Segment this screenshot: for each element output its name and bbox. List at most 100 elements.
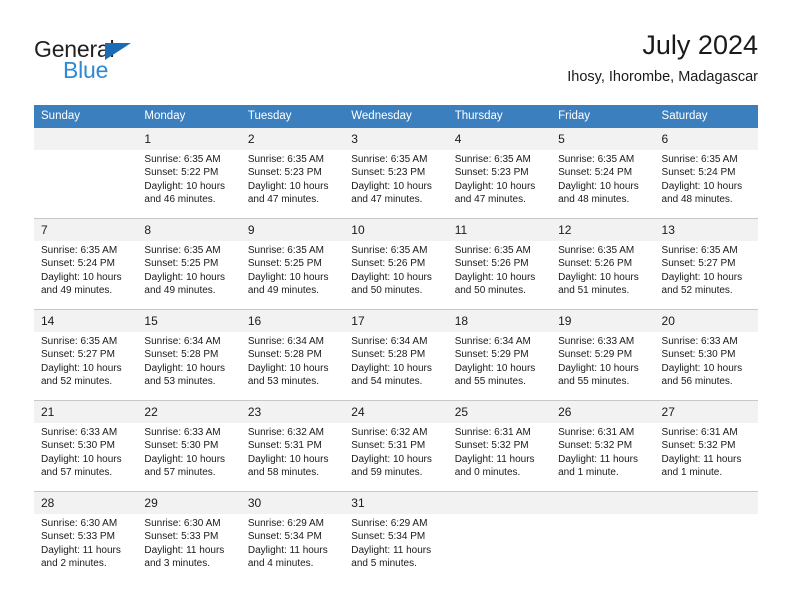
day-cell[interactable]: 21 Sunrise: 6:33 AM Sunset: 5:30 PM Dayl… <box>34 400 138 492</box>
day-number: 24 <box>344 401 448 423</box>
day-cell[interactable]: 4 Sunrise: 6:35 AM Sunset: 5:23 PM Dayli… <box>447 128 552 219</box>
daylight-text-line2: and 49 minutes. <box>247 285 320 297</box>
day-number: 6 <box>654 128 758 150</box>
day-cell[interactable]: 16 Sunrise: 6:34 AM Sunset: 5:28 PM Dayl… <box>240 309 345 401</box>
day-cell[interactable]: 30 Sunrise: 6:29 AM Sunset: 5:34 PM Dayl… <box>240 491 345 582</box>
daylight-text-line1: Daylight: 10 hours <box>351 271 432 283</box>
daylight-text-line2: and 50 minutes. <box>351 285 423 297</box>
day-cell[interactable]: 20 Sunrise: 6:33 AM Sunset: 5:30 PM Dayl… <box>654 309 758 401</box>
day-number: 23 <box>240 401 345 423</box>
day-cell[interactable]: 10 Sunrise: 6:35 AM Sunset: 5:26 PM Dayl… <box>344 218 448 310</box>
daylight-text-line1: Daylight: 10 hours <box>247 453 329 465</box>
day-number: 8 <box>137 219 241 241</box>
day-cell[interactable] <box>447 491 552 582</box>
sunset-text: Sunset: 5:32 PM <box>661 440 736 452</box>
day-cell[interactable]: 2 Sunrise: 6:35 AM Sunset: 5:23 PM Dayli… <box>240 128 345 219</box>
sunrise-text: Sunrise: 6:29 AM <box>351 518 428 529</box>
day-cell[interactable]: 5 Sunrise: 6:35 AM Sunset: 5:24 PM Dayli… <box>551 128 655 219</box>
day-cell[interactable]: 6 Sunrise: 6:35 AM Sunset: 5:24 PM Dayli… <box>654 128 758 219</box>
day-cell[interactable]: 19 Sunrise: 6:33 AM Sunset: 5:29 PM Dayl… <box>551 309 655 401</box>
day-cell[interactable]: 3 Sunrise: 6:35 AM Sunset: 5:23 PM Dayli… <box>344 128 448 219</box>
day-number: 19 <box>551 310 655 332</box>
weekday-header-tuesday: Tuesday <box>240 105 345 128</box>
day-cell[interactable] <box>34 128 138 219</box>
logo-text-blue: Blue <box>63 57 109 83</box>
day-cell[interactable]: 1 Sunrise: 6:35 AM Sunset: 5:22 PM Dayli… <box>137 128 241 219</box>
daylight-text-line2: and 55 minutes. <box>558 376 630 388</box>
sunrise-text: Sunrise: 6:35 AM <box>144 245 221 256</box>
calendar-week-row: 7 Sunrise: 6:35 AM Sunset: 5:24 PM Dayli… <box>34 218 758 310</box>
day-cell[interactable]: 28 Sunrise: 6:30 AM Sunset: 5:33 PM Dayl… <box>34 491 138 582</box>
day-details: Sunrise: 6:35 AM Sunset: 5:27 PM Dayligh… <box>34 332 137 389</box>
day-details: Sunrise: 6:29 AM Sunset: 5:34 PM Dayligh… <box>344 514 447 571</box>
calendar-week-row: 21 Sunrise: 6:33 AM Sunset: 5:30 PM Dayl… <box>34 400 758 492</box>
general-blue-logo[interactable]: General Blue <box>34 36 214 94</box>
daylight-text-line2: and 4 minutes. <box>247 558 314 570</box>
daylight-text-line2: and 49 minutes. <box>144 285 216 297</box>
day-cell[interactable]: 8 Sunrise: 6:35 AM Sunset: 5:25 PM Dayli… <box>137 218 241 310</box>
day-cell[interactable]: 23 Sunrise: 6:32 AM Sunset: 5:31 PM Dayl… <box>240 400 345 492</box>
daylight-text-line1: Daylight: 10 hours <box>661 271 743 283</box>
day-cell[interactable]: 9 Sunrise: 6:35 AM Sunset: 5:25 PM Dayli… <box>240 218 345 310</box>
day-cell[interactable]: 24 Sunrise: 6:32 AM Sunset: 5:31 PM Dayl… <box>344 400 448 492</box>
day-cell[interactable]: 27 Sunrise: 6:31 AM Sunset: 5:32 PM Dayl… <box>654 400 758 492</box>
day-cell[interactable]: 13 Sunrise: 6:35 AM Sunset: 5:27 PM Dayl… <box>654 218 758 310</box>
day-cell[interactable]: 25 Sunrise: 6:31 AM Sunset: 5:32 PM Dayl… <box>447 400 552 492</box>
daylight-text-line1: Daylight: 10 hours <box>558 271 639 283</box>
day-details: Sunrise: 6:35 AM Sunset: 5:24 PM Dayligh… <box>655 150 758 207</box>
day-cell[interactable]: 18 Sunrise: 6:34 AM Sunset: 5:29 PM Dayl… <box>447 309 552 401</box>
day-cell[interactable]: 29 Sunrise: 6:30 AM Sunset: 5:33 PM Dayl… <box>137 491 241 582</box>
day-details: Sunrise: 6:32 AM Sunset: 5:31 PM Dayligh… <box>241 423 344 480</box>
day-cell[interactable]: 7 Sunrise: 6:35 AM Sunset: 5:24 PM Dayli… <box>34 218 138 310</box>
daylight-text-line2: and 46 minutes. <box>144 194 216 206</box>
daylight-text-line1: Daylight: 10 hours <box>247 180 329 192</box>
sunset-text: Sunset: 5:34 PM <box>351 531 426 543</box>
weekday-header-row: Sunday Monday Tuesday Wednesday Thursday… <box>34 105 758 128</box>
day-details: Sunrise: 6:35 AM Sunset: 5:23 PM Dayligh… <box>241 150 344 207</box>
sunrise-text: Sunrise: 6:35 AM <box>41 336 118 347</box>
sunset-text: Sunset: 5:26 PM <box>351 258 426 270</box>
day-details: Sunrise: 6:34 AM Sunset: 5:28 PM Dayligh… <box>137 332 240 389</box>
daylight-text-line2: and 57 minutes. <box>144 467 216 479</box>
sunrise-text: Sunrise: 6:33 AM <box>41 427 118 438</box>
day-details: Sunrise: 6:35 AM Sunset: 5:26 PM Dayligh… <box>448 241 551 298</box>
sunset-text: Sunset: 5:28 PM <box>351 349 426 361</box>
day-number: 5 <box>551 128 655 150</box>
daylight-text-line1: Daylight: 10 hours <box>454 362 536 374</box>
day-cell[interactable]: 17 Sunrise: 6:34 AM Sunset: 5:28 PM Dayl… <box>344 309 448 401</box>
daylight-text-line2: and 3 minutes. <box>144 558 211 570</box>
daylight-text-line2: and 48 minutes. <box>558 194 630 206</box>
sunrise-text: Sunrise: 6:31 AM <box>454 427 531 438</box>
day-cell[interactable]: 12 Sunrise: 6:35 AM Sunset: 5:26 PM Dayl… <box>551 218 655 310</box>
daylight-text-line2: and 47 minutes. <box>351 194 423 206</box>
day-details: Sunrise: 6:33 AM Sunset: 5:29 PM Dayligh… <box>551 332 654 389</box>
sunset-text: Sunset: 5:29 PM <box>558 349 633 361</box>
day-cell[interactable]: 14 Sunrise: 6:35 AM Sunset: 5:27 PM Dayl… <box>34 309 138 401</box>
daylight-text-line1: Daylight: 10 hours <box>558 362 639 374</box>
sunrise-text: Sunrise: 6:35 AM <box>247 154 324 165</box>
day-cell[interactable]: 22 Sunrise: 6:33 AM Sunset: 5:30 PM Dayl… <box>137 400 241 492</box>
daylight-text-line1: Daylight: 10 hours <box>351 453 432 465</box>
day-details: Sunrise: 6:35 AM Sunset: 5:25 PM Dayligh… <box>137 241 240 298</box>
page-subtitle: Ihosy, Ihorombe, Madagascar <box>567 69 758 85</box>
day-cell[interactable]: 26 Sunrise: 6:31 AM Sunset: 5:32 PM Dayl… <box>551 400 655 492</box>
day-details: Sunrise: 6:30 AM Sunset: 5:33 PM Dayligh… <box>137 514 240 571</box>
day-cell[interactable] <box>654 491 758 582</box>
day-details: Sunrise: 6:31 AM Sunset: 5:32 PM Dayligh… <box>551 423 654 480</box>
daylight-text-line2: and 1 minute. <box>661 467 723 479</box>
sunrise-text: Sunrise: 6:32 AM <box>247 427 324 438</box>
day-number <box>447 492 552 514</box>
day-number: 18 <box>447 310 552 332</box>
sunset-text: Sunset: 5:31 PM <box>351 440 426 452</box>
sunrise-text: Sunrise: 6:34 AM <box>351 336 428 347</box>
day-cell[interactable]: 11 Sunrise: 6:35 AM Sunset: 5:26 PM Dayl… <box>447 218 552 310</box>
day-cell[interactable] <box>551 491 655 582</box>
day-number: 30 <box>240 492 345 514</box>
day-cell[interactable]: 31 Sunrise: 6:29 AM Sunset: 5:34 PM Dayl… <box>344 491 448 582</box>
daylight-text-line2: and 55 minutes. <box>454 376 526 388</box>
sunrise-text: Sunrise: 6:35 AM <box>661 154 738 165</box>
day-cell[interactable]: 15 Sunrise: 6:34 AM Sunset: 5:28 PM Dayl… <box>137 309 241 401</box>
daylight-text-line1: Daylight: 10 hours <box>41 362 122 374</box>
sunrise-text: Sunrise: 6:34 AM <box>144 336 221 347</box>
sunset-text: Sunset: 5:28 PM <box>144 349 219 361</box>
